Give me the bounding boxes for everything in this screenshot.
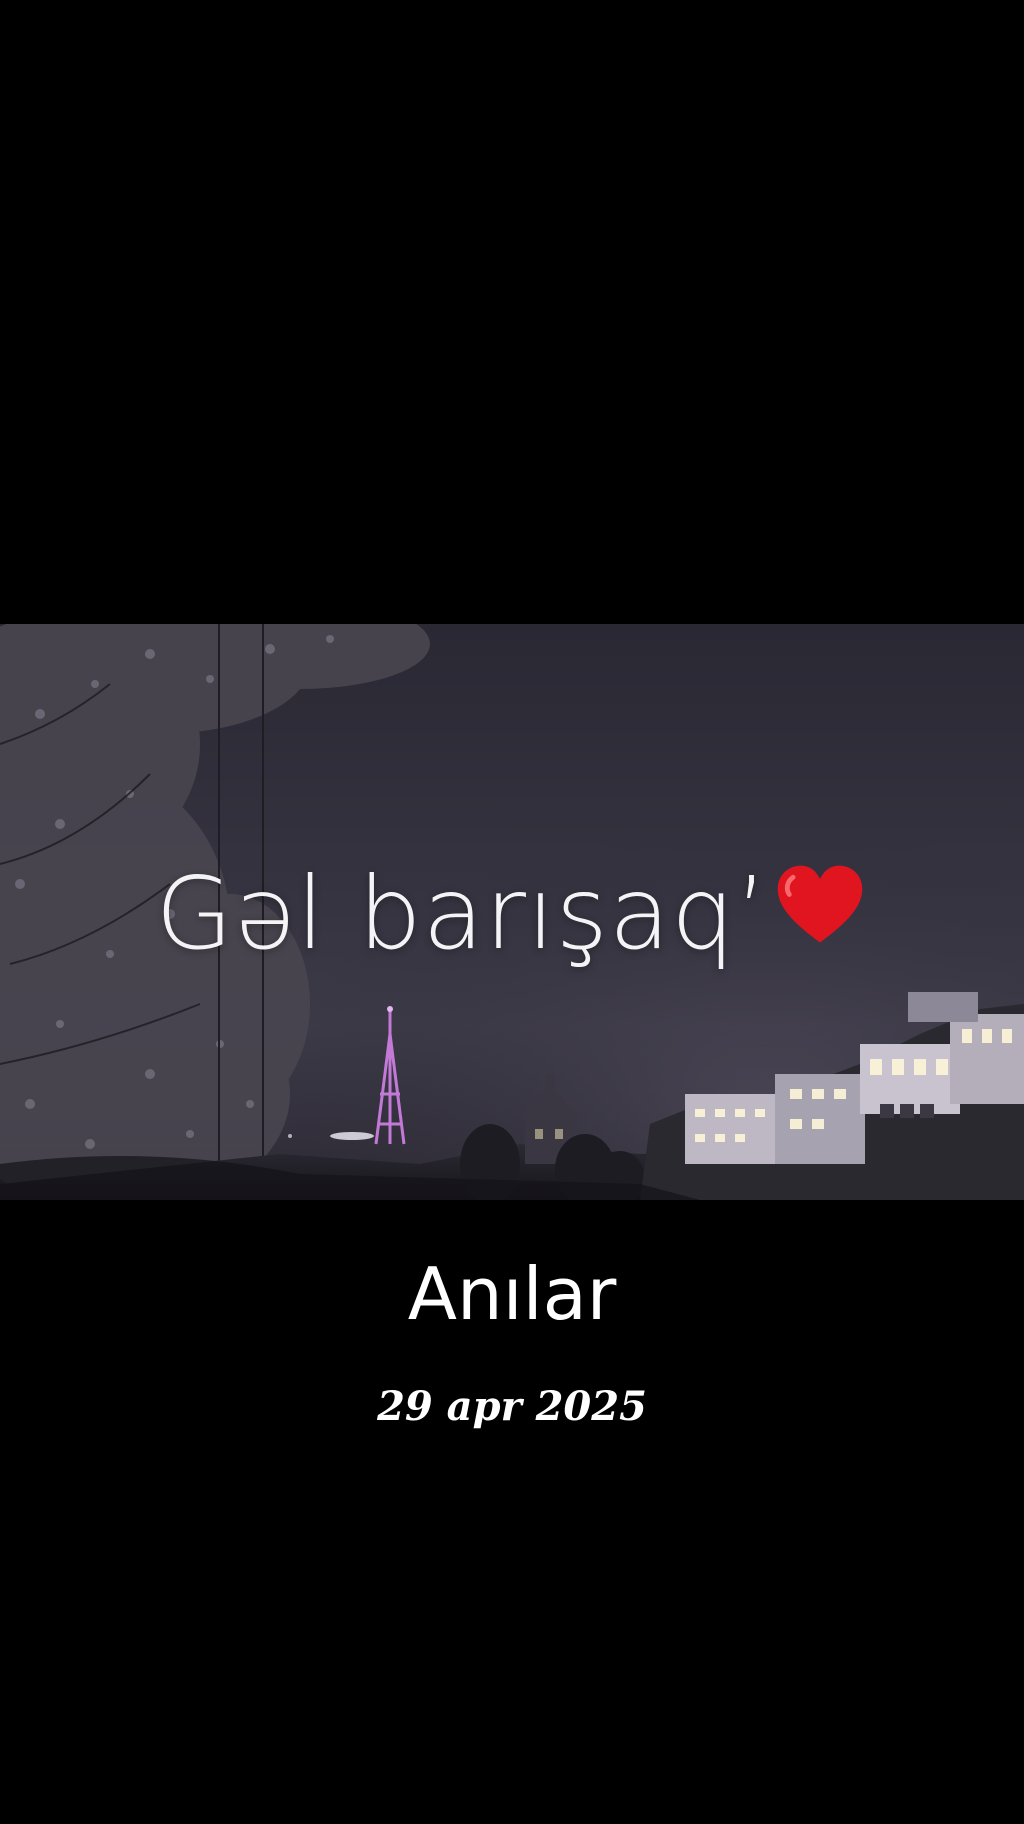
red-heart-icon: [778, 865, 863, 943]
date-label: 29 apr 2025: [377, 1383, 647, 1430]
story-screen: Gəl barışaq’ Anılar 29 apr 2025: [0, 0, 1024, 1824]
album-title: Anılar: [407, 1252, 617, 1336]
caption-text: Gəl barışaq’: [155, 855, 769, 972]
video-caption: Gəl barışaq’: [0, 854, 1024, 974]
video-frame[interactable]: Gəl barışaq’: [0, 624, 1024, 1200]
